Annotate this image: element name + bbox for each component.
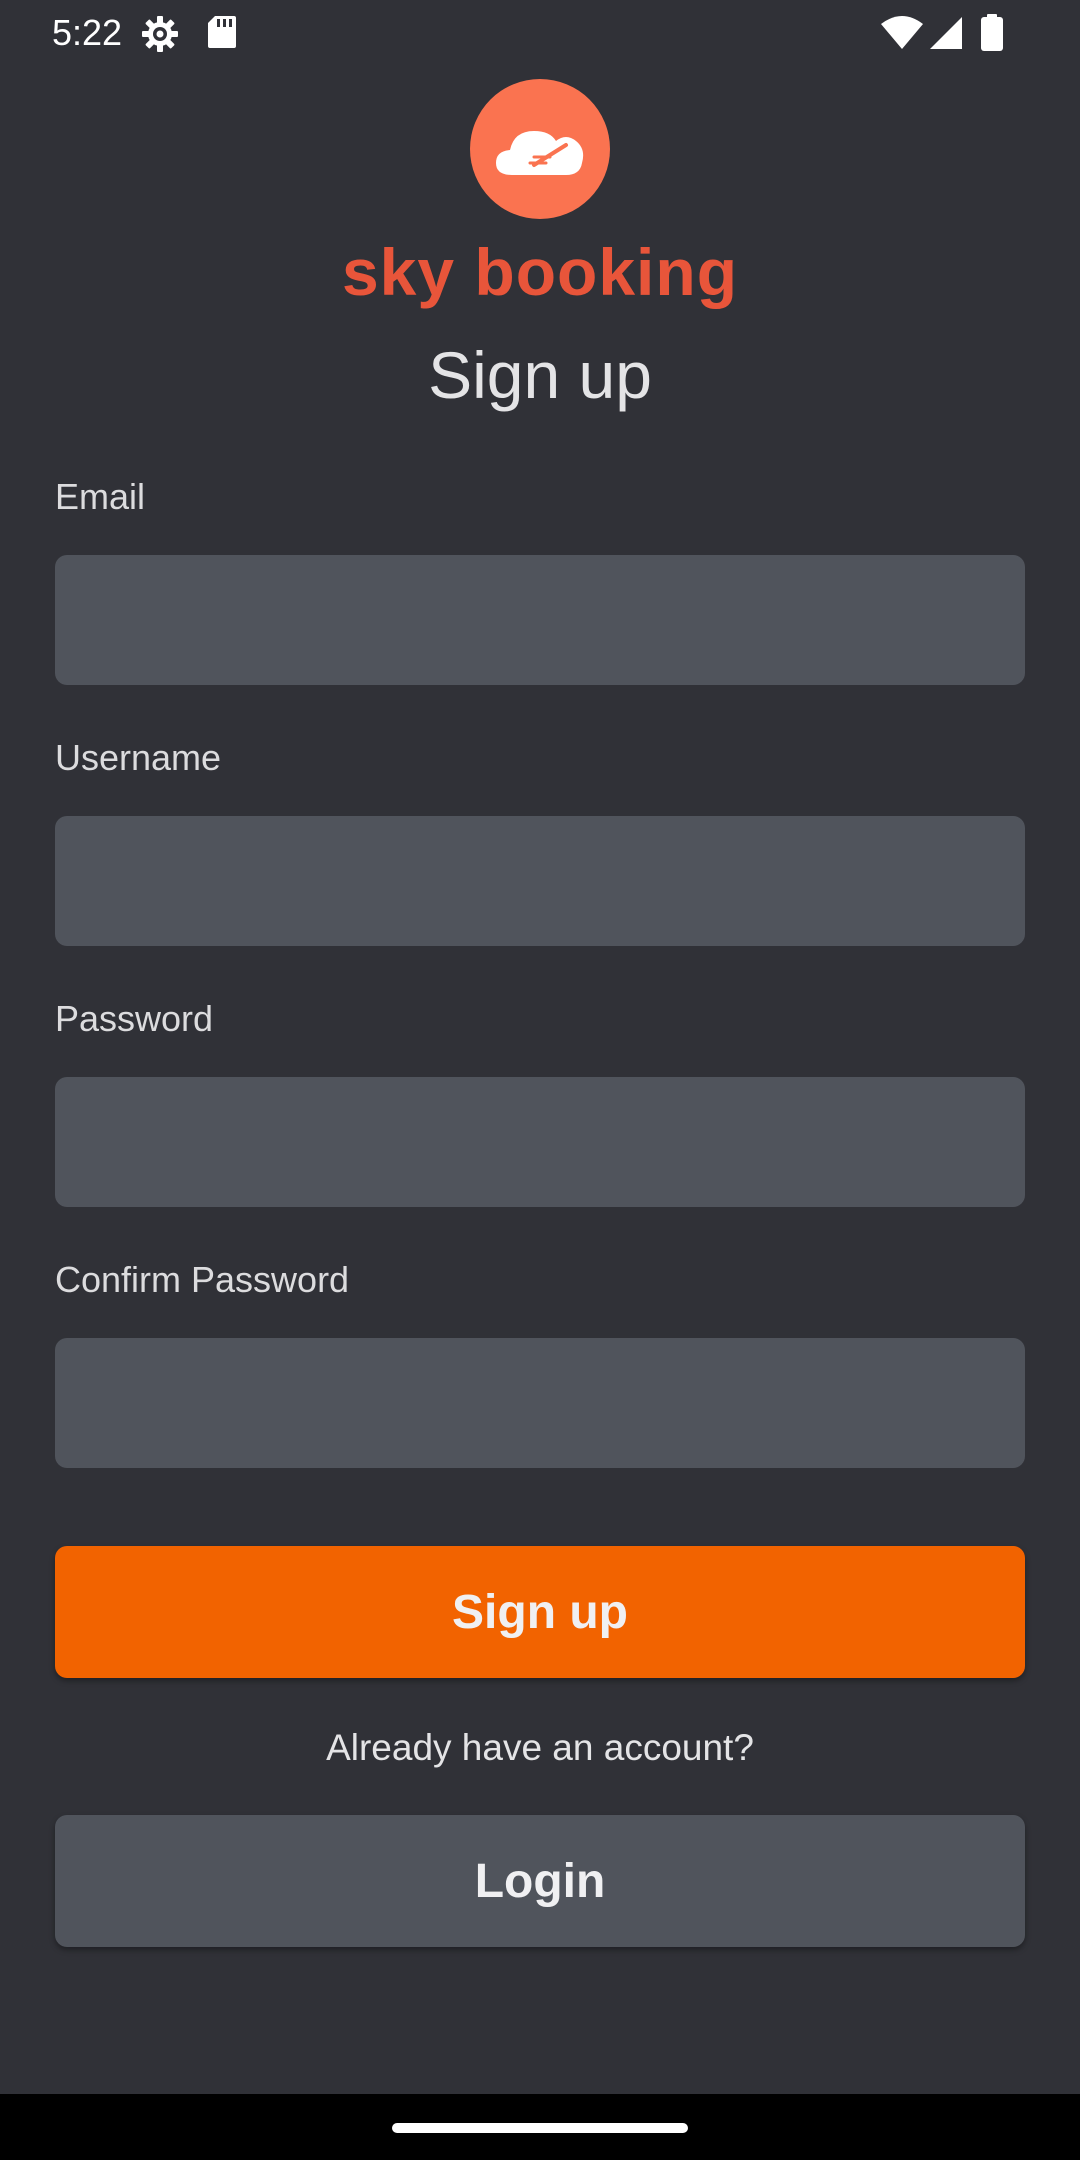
- brand-name: sky booking: [341, 235, 739, 309]
- login-button[interactable]: Login: [55, 1815, 1025, 1947]
- battery-icon: [980, 14, 1004, 57]
- username-label: Username: [55, 737, 222, 778]
- already-have-account-text: Already have an account?: [326, 1727, 754, 1768]
- wifi-icon: [880, 16, 924, 55]
- signup-button[interactable]: Sign up: [55, 1546, 1025, 1678]
- status-bar: 5:22: [0, 0, 1080, 66]
- password-label: Password: [55, 998, 214, 1039]
- sd-card-icon: [206, 14, 238, 55]
- confirm-password-label: Confirm Password: [55, 1259, 350, 1300]
- page-title: Sign up: [428, 338, 652, 412]
- password-field[interactable]: [55, 1077, 1025, 1207]
- username-field[interactable]: [55, 816, 1025, 946]
- signup-screen: 5:22 sky booking Sign up Email Username …: [0, 0, 1080, 2160]
- navigation-bar: [0, 2094, 1080, 2160]
- email-label: Email: [55, 476, 146, 517]
- cloud-plane-icon: [470, 79, 610, 219]
- email-field[interactable]: [55, 555, 1025, 685]
- confirm-password-field[interactable]: [55, 1338, 1025, 1468]
- cellular-signal-icon: [928, 16, 964, 55]
- home-gesture-handle[interactable]: [392, 2123, 688, 2133]
- status-time: 5:22: [52, 12, 123, 53]
- settings-gear-icon: [140, 14, 180, 59]
